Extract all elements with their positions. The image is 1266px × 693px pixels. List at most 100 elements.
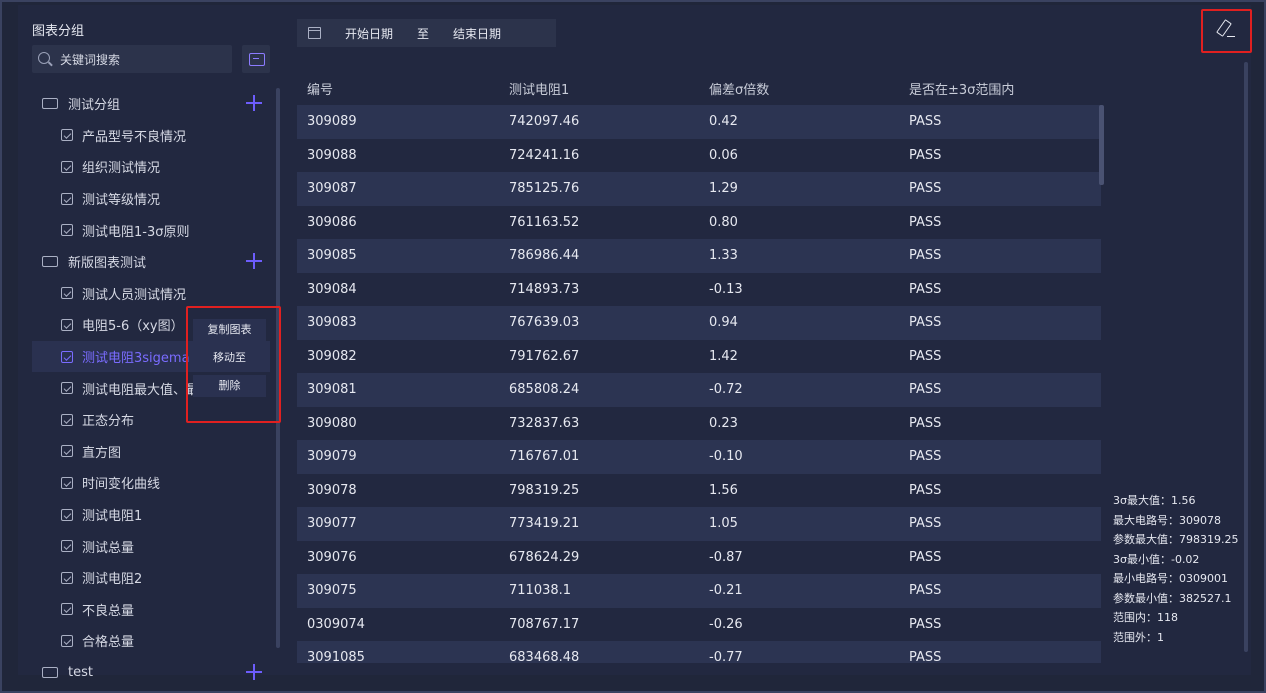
add-chart-icon[interactable] bbox=[246, 663, 262, 680]
sidebar-item[interactable]: 测试电阻1 bbox=[32, 499, 270, 531]
chart-icon bbox=[61, 476, 73, 489]
column-header[interactable]: 是否在±3σ范围内 bbox=[900, 79, 1101, 98]
stats-summary: 3σ最大值：1.56 最大电路号：309078 参数最大值：798319.25 3σ最… bbox=[1113, 491, 1239, 647]
sidebar-group[interactable]: test bbox=[32, 657, 270, 689]
new-folder-button[interactable] bbox=[242, 45, 270, 73]
sidebar-item[interactable]: 合格总量 bbox=[32, 625, 270, 657]
table-row[interactable]: 0309074 708767.17 -0.26 PASS bbox=[297, 607, 1101, 641]
table-cell: 716767.01 bbox=[509, 449, 580, 465]
column-header[interactable]: 测试电阻1 bbox=[500, 79, 700, 98]
chart-icon bbox=[61, 318, 73, 331]
stat-line: 参数最大值：798319.25 bbox=[1113, 533, 1239, 546]
pencil-underline bbox=[1227, 36, 1235, 38]
table-cell: 1.33 bbox=[709, 248, 738, 264]
table-scrollbar[interactable] bbox=[1099, 105, 1104, 185]
chart-icon bbox=[61, 445, 73, 458]
table-cell: 685808.24 bbox=[509, 382, 580, 398]
table-row[interactable]: 309078 798319.25 1.56 PASS bbox=[297, 473, 1101, 507]
sidebar-item-label: 测试电阻2 bbox=[82, 572, 143, 588]
stat-line: 3σ最小值：-0.02 bbox=[1113, 552, 1200, 566]
chart-icon bbox=[61, 508, 73, 521]
table-cell: PASS bbox=[909, 181, 942, 197]
table-cell: -0.87 bbox=[709, 549, 743, 565]
sidebar-item[interactable]: 测试等级情况 bbox=[32, 183, 270, 215]
table-row[interactable]: 309082 791762.67 1.42 PASS bbox=[297, 339, 1101, 373]
column-header[interactable]: 偏差σ倍数 bbox=[700, 79, 900, 98]
table-cell: PASS bbox=[909, 549, 942, 565]
table-row[interactable]: 309083 767639.03 0.94 PASS bbox=[297, 306, 1101, 340]
stat-line: 参数最小值：382527.1 bbox=[1113, 591, 1232, 605]
table-row[interactable]: 309076 678624.29 -0.87 PASS bbox=[297, 540, 1101, 574]
table-cell: PASS bbox=[909, 583, 942, 599]
table-cell: PASS bbox=[909, 382, 942, 398]
end-date[interactable]: 结束日期 bbox=[453, 25, 501, 42]
table-cell: 678624.29 bbox=[509, 549, 580, 565]
table-cell: 1.29 bbox=[709, 181, 738, 197]
add-chart-icon[interactable] bbox=[246, 95, 262, 111]
chart-icon bbox=[61, 413, 73, 426]
table-row[interactable]: 309081 685808.24 -0.72 PASS bbox=[297, 373, 1101, 407]
table-cell: PASS bbox=[909, 147, 942, 163]
sidebar-item[interactable]: 直方图 bbox=[32, 436, 270, 468]
table-cell: PASS bbox=[909, 114, 942, 130]
column-header[interactable]: 编号 bbox=[297, 79, 500, 98]
table-row[interactable]: 309085 786986.44 1.33 PASS bbox=[297, 239, 1101, 273]
table-cell: 309077 bbox=[307, 516, 357, 532]
calendar-icon bbox=[308, 27, 321, 39]
table-row[interactable]: 309089 742097.46 0.42 PASS bbox=[297, 105, 1101, 139]
table-cell: PASS bbox=[909, 214, 942, 230]
table-row[interactable]: 3091085 683468.48 -0.77 PASS bbox=[297, 641, 1101, 663]
table-row[interactable]: 309079 716767.01 -0.10 PASS bbox=[297, 440, 1101, 474]
table-cell: PASS bbox=[909, 281, 942, 297]
table-cell: 309088 bbox=[307, 147, 357, 163]
chart-icon bbox=[61, 224, 73, 237]
sidebar-item-label: 测试等级情况 bbox=[82, 193, 161, 209]
sidebar-item-label: 测试总量 bbox=[82, 540, 135, 556]
search-input[interactable] bbox=[58, 49, 232, 71]
sidebar-group[interactable]: 新版图表测试 bbox=[32, 246, 270, 278]
sidebar-item[interactable]: 时间变化曲线 bbox=[32, 467, 270, 499]
table-cell: 1.42 bbox=[709, 348, 738, 364]
table-row[interactable]: 309087 785125.76 1.29 PASS bbox=[297, 172, 1101, 206]
table-cell: 683468.48 bbox=[509, 650, 580, 663]
table-cell: PASS bbox=[909, 315, 942, 331]
start-date[interactable]: 开始日期 bbox=[345, 25, 393, 42]
chart-icon bbox=[61, 540, 73, 553]
sidebar-item-label: 测试电阻1-3σ原则 bbox=[82, 224, 190, 240]
sidebar-group-label: test bbox=[68, 664, 93, 680]
table-row[interactable]: 309075 711038.1 -0.21 PASS bbox=[297, 574, 1101, 608]
sidebar-item[interactable]: 测试电阻2 bbox=[32, 562, 270, 594]
table-row[interactable]: 309086 761163.52 0.80 PASS bbox=[297, 205, 1101, 239]
chart-icon bbox=[61, 382, 73, 395]
chart-icon bbox=[61, 571, 73, 584]
sidebar-item[interactable]: 不良总量 bbox=[32, 594, 270, 626]
table-cell: -0.21 bbox=[709, 583, 743, 599]
table-cell: 309080 bbox=[307, 415, 357, 431]
sidebar-item[interactable]: 测试人员测试情况 bbox=[32, 278, 270, 310]
sidebar-item[interactable]: 测试电阻1-3σ原则 bbox=[32, 214, 270, 246]
sidebar-item-label: 测试电阻1 bbox=[82, 509, 143, 525]
table-cell: 785125.76 bbox=[509, 181, 580, 197]
table-cell: PASS bbox=[909, 616, 942, 632]
table-row[interactable]: 309080 732837.63 0.23 PASS bbox=[297, 406, 1101, 440]
add-chart-icon[interactable] bbox=[246, 252, 262, 269]
sidebar-item-label: 测试电阻3sigema bbox=[82, 351, 190, 367]
date-range-picker[interactable]: 开始日期 至 结束日期 bbox=[297, 19, 556, 47]
table-body: 309089 742097.46 0.42 PASS 309088 724241.16 0.… bbox=[297, 105, 1101, 663]
stat-line: 范围内：118 bbox=[1113, 611, 1178, 624]
table-cell: PASS bbox=[909, 650, 942, 663]
chart-icon bbox=[61, 129, 73, 142]
table-row[interactable]: 309088 724241.16 0.06 PASS bbox=[297, 138, 1101, 172]
sidebar-group[interactable]: 测试分组 bbox=[32, 88, 270, 120]
sidebar-item[interactable]: 测试总量 bbox=[32, 530, 270, 562]
table-cell: -0.10 bbox=[709, 449, 743, 465]
table-cell: 724241.16 bbox=[509, 147, 580, 163]
sidebar-item[interactable]: 组织测试情况 bbox=[32, 151, 270, 183]
table-row[interactable]: 309084 714893.73 -0.13 PASS bbox=[297, 272, 1101, 306]
stat-line: 最大电路号：309078 bbox=[1113, 513, 1221, 527]
content-scrollbar[interactable] bbox=[1244, 62, 1248, 652]
sidebar-item-label: 不良总量 bbox=[82, 603, 135, 619]
table-row[interactable]: 309077 773419.21 1.05 PASS bbox=[297, 507, 1101, 541]
sidebar-item[interactable]: 产品型号不良情况 bbox=[32, 120, 270, 152]
table-cell: PASS bbox=[909, 248, 942, 264]
